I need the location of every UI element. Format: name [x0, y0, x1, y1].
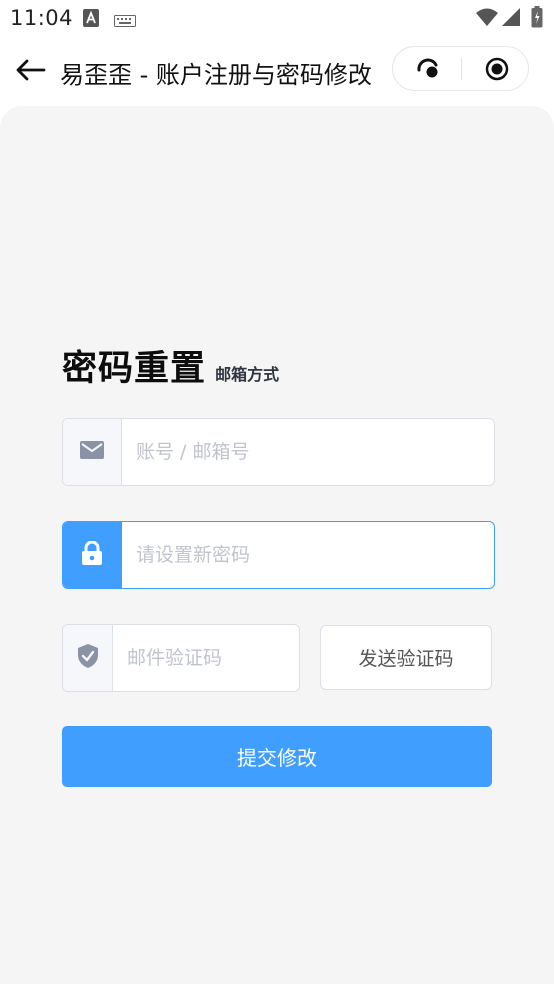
arrow-left-icon [14, 58, 46, 86]
wifi-icon [476, 8, 498, 30]
password-field [62, 521, 495, 589]
submit-button[interactable]: 提交修改 [62, 726, 492, 787]
battery-icon [531, 6, 543, 32]
form-subtitle: 邮箱方式 [215, 365, 280, 384]
more-button[interactable] [403, 52, 453, 86]
account-input[interactable] [122, 419, 494, 485]
shield-icon [77, 644, 98, 672]
status-time: 11:04 [10, 6, 74, 30]
capsule-divider [461, 58, 462, 80]
lock-icon [81, 540, 103, 569]
back-button[interactable] [10, 52, 50, 88]
password-field-icon-box [63, 522, 122, 588]
account-field [62, 418, 495, 486]
keyboard-icon [114, 12, 136, 31]
code-field-icon-box [63, 625, 113, 691]
form-title: 密码重置 [62, 349, 207, 389]
send-code-button[interactable]: 发送验证码 [320, 625, 492, 690]
mini-program-capsule [392, 46, 529, 91]
close-button[interactable] [473, 52, 523, 86]
new-password-input[interactable] [122, 522, 494, 588]
font-a-icon [83, 9, 99, 31]
form-heading: 密码重置 邮箱方式 [62, 340, 279, 391]
nav-bar: 易歪歪 - 账户注册与密码修改 [0, 40, 554, 102]
code-field [62, 624, 300, 692]
account-field-icon-box [63, 419, 122, 485]
more-dots-icon [416, 58, 442, 84]
mail-icon [80, 441, 104, 463]
status-bar: 11:04 [0, 0, 554, 38]
signal-icon [502, 8, 520, 30]
page-title: 易歪歪 - 账户注册与密码修改 [60, 61, 372, 89]
reset-form-card: 密码重置 邮箱方式 发送验证码 提交修改 [0, 106, 554, 984]
email-code-input[interactable] [113, 625, 299, 691]
close-target-icon [485, 57, 509, 85]
